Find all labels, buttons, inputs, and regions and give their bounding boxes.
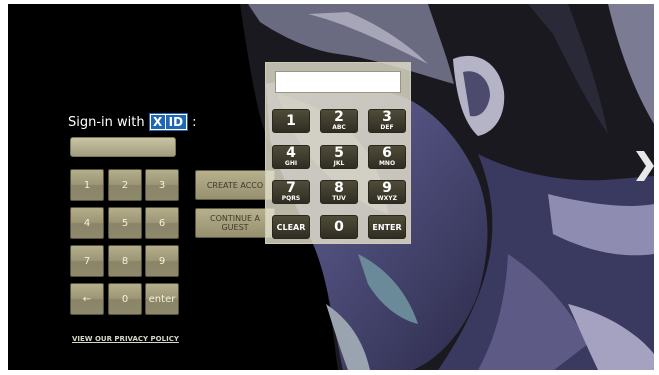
pinpad-key-3[interactable]: 3	[145, 169, 179, 201]
pinpad-key-7[interactable]: 7	[70, 245, 104, 277]
keypad-enter-button[interactable]: ENTER	[368, 215, 406, 239]
keypad-key-letters: ABC	[332, 124, 346, 131]
pinpad-key-5[interactable]: 5	[108, 207, 142, 239]
keypad-key-letters: MNO	[378, 160, 396, 167]
pinpad-key-1[interactable]: 1	[70, 169, 104, 201]
keypad-clear-button[interactable]: CLEAR	[272, 215, 310, 239]
pinpad-key-0[interactable]: 0	[108, 283, 142, 315]
keypad-key-9[interactable]: 9 WXYZ	[368, 180, 406, 204]
pinpad-enter-button[interactable]: enter	[145, 283, 179, 315]
xid-logo: X ID	[148, 113, 189, 131]
keypad-key-letters: TUV	[332, 195, 346, 202]
keypad-key-digit: 7	[286, 180, 296, 196]
continue-as-guest-line2: GUEST	[221, 223, 249, 232]
keypad-key-letters: JKL	[333, 160, 345, 167]
pinpad-backspace-button[interactable]: ←	[70, 283, 104, 315]
app-window: Sign-in with X ID : 1 2 3 4 5 6 7 8 9 ← …	[0, 0, 659, 375]
keypad-key-6[interactable]: 6 MNO	[368, 145, 406, 169]
signin-label-colon: :	[192, 114, 197, 130]
keypad-enter-label: ENTER	[372, 222, 402, 232]
pinpad-key-8[interactable]: 8	[108, 245, 142, 277]
keypad-key-digit: 0	[334, 218, 344, 235]
create-account-button[interactable]: CREATE ACCO	[195, 170, 275, 200]
keypad-key-letters: DEF	[380, 124, 394, 131]
keypad-key-digit: 2	[334, 109, 344, 125]
xid-logo-id: ID	[165, 115, 187, 129]
pinpad-key-4[interactable]: 4	[70, 207, 104, 239]
pinpad-key-6[interactable]: 6	[145, 207, 179, 239]
keypad-key-3[interactable]: 3 DEF	[368, 109, 406, 133]
signin-heading: Sign-in with X ID :	[68, 113, 196, 131]
keypad-key-digit: 9	[382, 180, 392, 196]
xid-logo-x: X	[150, 115, 165, 129]
privacy-policy-link[interactable]: VIEW OUR PRIVACY POLICY	[72, 335, 179, 343]
chevron-right-icon[interactable]	[634, 151, 654, 181]
keypad-key-digit: 8	[334, 180, 344, 196]
keypad-key-letters: GHI	[284, 160, 298, 167]
continue-as-guest-button[interactable]: CONTINUE A GUEST	[195, 208, 275, 238]
keypad-key-5[interactable]: 5 JKL	[320, 145, 358, 169]
keypad-key-digit: 3	[382, 109, 392, 125]
kiosk-screen: Sign-in with X ID : 1 2 3 4 5 6 7 8 9 ← …	[8, 4, 654, 370]
pin-input-field[interactable]	[70, 137, 176, 157]
keypad-key-8[interactable]: 8 TUV	[320, 180, 358, 204]
pinpad-key-9[interactable]: 9	[145, 245, 179, 277]
keypad-key-1[interactable]: 1	[272, 109, 310, 133]
keypad-display[interactable]	[275, 71, 401, 93]
signin-label-text: Sign-in with	[68, 114, 145, 130]
keypad-key-0[interactable]: 0	[320, 215, 358, 239]
continue-as-guest-line1: CONTINUE A	[209, 214, 261, 223]
keypad-key-4[interactable]: 4 GHI	[272, 145, 310, 169]
keypad-key-letters: WXYZ	[377, 195, 397, 202]
keypad-key-7[interactable]: 7 PQRS	[272, 180, 310, 204]
keypad-key-digit: 4	[286, 145, 296, 161]
keypad-key-digit: 1	[286, 112, 296, 129]
pinpad-key-2[interactable]: 2	[108, 169, 142, 201]
keypad-clear-label: CLEAR	[276, 222, 306, 232]
numeric-keypad-overlay: 1 2 ABC 3 DEF 4 GHI 5 JKL 6 MNO 7 PQRS 8…	[265, 62, 411, 244]
keypad-key-2[interactable]: 2 ABC	[320, 109, 358, 133]
keypad-key-digit: 5	[334, 145, 344, 161]
keypad-key-letters: PQRS	[281, 195, 301, 202]
keypad-key-digit: 6	[382, 145, 392, 161]
